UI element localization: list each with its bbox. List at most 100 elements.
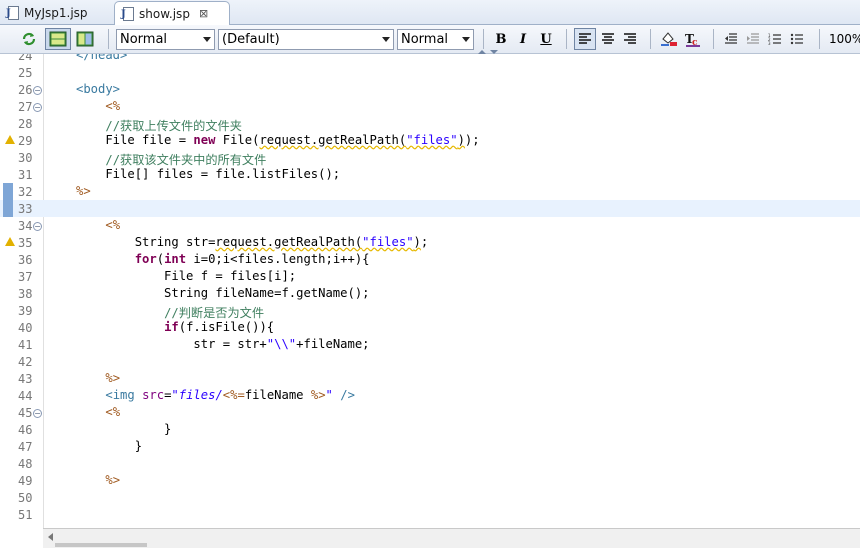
line-number: 39 [18, 304, 33, 318]
line-number: 51 [18, 508, 33, 522]
scroll-left-icon[interactable] [48, 533, 53, 541]
toolbar-separator [108, 29, 109, 49]
code-line[interactable]: 44 <img src="files/<%=fileName %>" /> [0, 387, 860, 404]
line-number: 31 [18, 168, 33, 182]
code-text: File f = files[i]; [76, 269, 297, 283]
code-line[interactable]: 46 } [0, 421, 860, 438]
toolbar-separator [483, 29, 484, 49]
background-color-icon[interactable] [658, 28, 680, 50]
close-tab-icon[interactable]: ⊠ [199, 7, 208, 20]
toolbar-separator [650, 29, 651, 49]
line-number: 49 [18, 474, 33, 488]
code-line[interactable]: 35 String str=request.getRealPath("files… [0, 234, 860, 251]
line-number: 28 [18, 117, 33, 131]
line-number: 42 [18, 355, 33, 369]
fold-toggle-icon[interactable]: − [33, 86, 42, 95]
code-line[interactable]: 39 //判断是否为文件 [0, 302, 860, 320]
bold-button[interactable]: B [491, 28, 511, 50]
code-line[interactable]: 36 for(int i=0;i<files.length;i++){ [0, 251, 860, 268]
zoom-level[interactable]: 100% [826, 28, 860, 50]
line-number: 32 [18, 185, 33, 199]
code-text: for(int i=0;i<files.length;i++){ [134, 252, 370, 266]
chevron-down-icon [203, 37, 211, 42]
toolbar-separator [713, 29, 714, 49]
warning-icon[interactable] [5, 135, 15, 144]
code-text: } [76, 439, 143, 453]
code-line[interactable]: 49 %> [0, 472, 860, 489]
code-text: File file = new File(request.getRealPath… [76, 133, 480, 147]
font-face-select[interactable]: (Default) [218, 29, 394, 50]
toolbar-separator [819, 29, 820, 49]
code-line[interactable]: 40 if(f.isFile()){ [0, 319, 860, 336]
underline-button[interactable]: U [536, 28, 556, 50]
code-line[interactable]: 31 File[] files = file.listFiles(); [0, 166, 860, 183]
code-line[interactable]: 41 str = str+"\\"+fileName; [0, 336, 860, 353]
line-number: 37 [18, 270, 33, 284]
bullet-list-icon[interactable] [787, 28, 807, 50]
fold-toggle-icon[interactable]: − [33, 103, 42, 112]
jsp-file-icon: J [6, 5, 19, 20]
code-line[interactable]: 37 File f = files[i]; [0, 268, 860, 285]
code-line[interactable]: 45− <% [0, 404, 860, 421]
chevron-down-icon [382, 37, 390, 42]
align-right-icon[interactable] [620, 28, 640, 50]
line-number: 40 [18, 321, 33, 335]
code-text: } [76, 422, 172, 436]
paragraph-style-select[interactable]: Normal [116, 29, 215, 50]
code-line[interactable]: 47 } [0, 438, 860, 455]
code-line[interactable]: 34− <% [0, 217, 860, 234]
horizontal-scrollbar[interactable] [43, 528, 860, 548]
scrollbar-thumb[interactable] [55, 543, 147, 547]
fold-toggle-icon[interactable]: − [33, 222, 42, 231]
numbered-list-icon[interactable]: 123 [765, 28, 785, 50]
code-text: <% [105, 405, 121, 419]
indent-icon[interactable] [743, 28, 763, 50]
split-vertical-icon[interactable] [73, 28, 97, 50]
outdent-icon[interactable] [721, 28, 741, 50]
svg-text:3: 3 [768, 41, 771, 45]
code-line[interactable]: 38 String fileName=f.getName(); [0, 285, 860, 302]
line-number: 29 [18, 134, 33, 148]
line-number: 46 [18, 423, 33, 437]
code-text: <% [105, 99, 121, 113]
code-text: String str=request.getRealPath("files"); [76, 235, 429, 249]
font-face-value: (Default) [222, 32, 280, 47]
change-marker [3, 183, 13, 200]
code-line[interactable]: 33 [0, 200, 860, 217]
code-line[interactable]: 27− <% [0, 98, 860, 115]
code-text: <img src="files/<%=fileName %>" /> [105, 388, 355, 402]
text-color-icon[interactable]: Tc [682, 28, 704, 50]
split-horizontal-icon[interactable] [45, 28, 71, 50]
code-line[interactable]: 42 [0, 353, 860, 370]
code-line[interactable]: 51 [0, 506, 860, 523]
refresh-icon[interactable] [18, 28, 40, 50]
editor-tab-bar: J MyJsp1.jsp J show.jsp ⊠ [0, 0, 860, 25]
code-line[interactable]: 26− <body> [0, 81, 860, 98]
code-line[interactable]: 30 //获取该文件夹中的所有文件 [0, 149, 860, 167]
tab-label: show.jsp [139, 6, 190, 21]
code-line[interactable]: 25 [0, 64, 860, 81]
line-number: 25 [18, 66, 33, 80]
code-line[interactable]: 48 [0, 455, 860, 472]
font-size-select[interactable]: Normal [397, 29, 474, 50]
code-line[interactable]: 50 [0, 489, 860, 506]
line-number: 35 [18, 236, 33, 250]
align-center-icon[interactable] [598, 28, 618, 50]
tab-myjsp1[interactable]: J MyJsp1.jsp [0, 1, 114, 24]
line-number: 24 [18, 54, 33, 63]
line-number: 33 [18, 202, 33, 216]
editor-toolbar: Normal (Default) Normal B I U Tc 123 100… [0, 25, 860, 54]
italic-button[interactable]: I [513, 28, 533, 50]
warning-icon[interactable] [5, 237, 15, 246]
tab-show[interactable]: J show.jsp ⊠ [114, 1, 230, 25]
code-line[interactable]: 29 File file = new File(request.getRealP… [0, 132, 860, 149]
align-left-icon[interactable] [574, 28, 596, 50]
code-line[interactable]: 24 </head> [0, 54, 860, 64]
line-number: 43 [18, 372, 33, 386]
code-line[interactable]: 32 %> [0, 183, 860, 200]
code-line[interactable]: 28 //获取上传文件的文件夹 [0, 115, 860, 133]
fold-toggle-icon[interactable]: − [33, 409, 42, 418]
code-text: %> [76, 184, 91, 198]
code-line[interactable]: 43 %> [0, 370, 860, 387]
source-editor[interactable]: 24 </head> 25 26− <body> 27− <% 28 //获取上传文件的文件… [0, 54, 860, 528]
